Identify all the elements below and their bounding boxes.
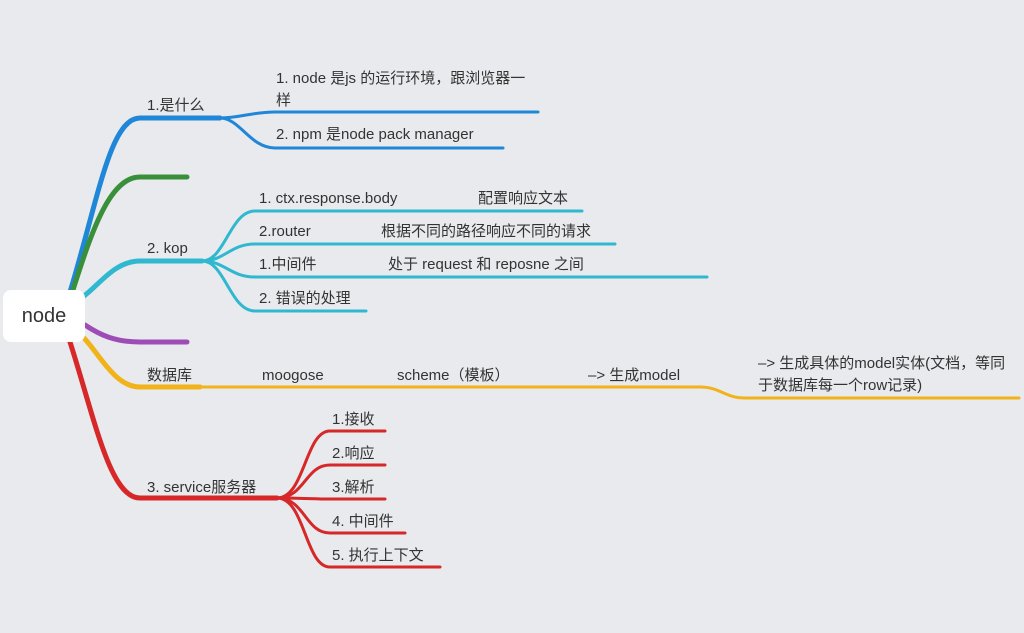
node-kop-2-detail[interactable]: 根据不同的路径响应不同的请求 [381, 221, 591, 243]
node-kop-4[interactable]: 2. 错误的处理 [259, 288, 351, 310]
connector-empty-green [69, 174, 190, 296]
node-kop-2[interactable]: 2.router [259, 221, 311, 243]
connector-empty-purple [82, 322, 190, 345]
node-kop-3-detail[interactable]: 处于 request 和 reposne 之间 [388, 254, 584, 276]
node-kop-3[interactable]: 1.中间件 [259, 254, 317, 276]
branch-label-what[interactable]: 1.是什么 [147, 95, 205, 117]
branch-label-database[interactable]: 数据库 [147, 365, 192, 387]
node-database-entity[interactable]: –> 生成具体的model实体(文档，等同于数据库每一个row记录) [758, 353, 1020, 397]
root-label: node [21, 305, 67, 327]
node-what-1[interactable]: 1. node 是js 的运行环境，跟浏览器一样 [276, 68, 538, 112]
branch-label-service[interactable]: 3. service服务器 [147, 477, 256, 499]
node-service-1[interactable]: 1.接收 [332, 409, 375, 431]
node-what-2[interactable]: 2. npm 是node pack manager [276, 124, 474, 146]
node-kop-1-detail[interactable]: 配置响应文本 [478, 188, 568, 210]
node-database-moogose[interactable]: moogose [262, 365, 324, 387]
root-node[interactable]: node [3, 290, 85, 342]
node-database-model[interactable]: –> 生成model [588, 365, 680, 387]
branch-label-kop[interactable]: 2. kop [147, 238, 188, 260]
node-service-3[interactable]: 3.解析 [332, 477, 375, 499]
connector-what [67, 115, 223, 295]
connector-what-1 [218, 110, 540, 120]
node-service-4[interactable]: 4. 中间件 [332, 511, 394, 533]
node-service-2[interactable]: 2.响应 [332, 443, 375, 465]
node-service-5[interactable]: 5. 执行上下文 [332, 545, 424, 567]
node-database-scheme[interactable]: scheme（模板） [397, 365, 510, 387]
connector-kop [81, 258, 205, 299]
node-kop-1[interactable]: 1. ctx.response.body [259, 188, 397, 210]
